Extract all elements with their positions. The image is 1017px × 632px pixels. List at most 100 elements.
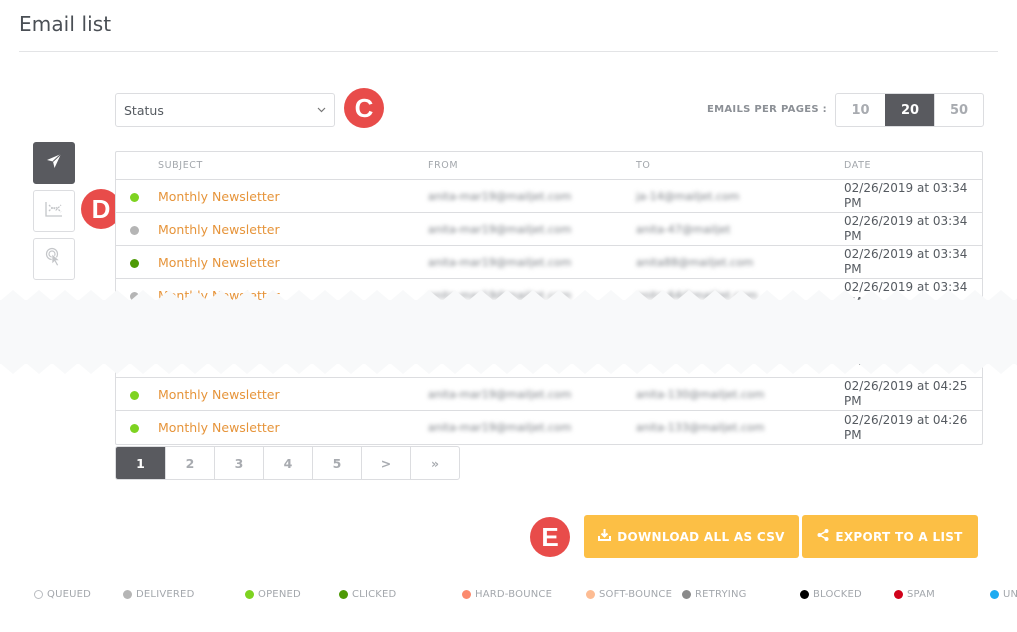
to-cell: ja-14@mailjet.com [636,190,844,203]
column-header-from[interactable]: FROM [428,160,636,171]
to-email: anita-130@mailjet.com [636,387,765,401]
view-sent-button[interactable] [33,142,75,184]
status-select-value: Status [124,102,164,118]
column-header-subject[interactable]: SUBJECT [158,160,428,171]
legend-label: BLOCKED [813,589,862,600]
legend-item-blocked: BLOCKED [800,589,894,600]
to-cell: anita88@mailjet.com [636,256,844,269]
subject-cell: Monthly Newsletter [158,255,428,270]
legend-dot-retrying [682,590,691,599]
paper-plane-icon [45,152,63,174]
legend-label: HARD-BOUNCE [475,589,553,600]
view-stats-button[interactable] [33,190,75,232]
status-cell [116,418,158,437]
subject-cell: Monthly Newsletter [158,222,428,237]
legend-dot-clicked [339,590,348,599]
date-cell: 02/26/2019 at 04:26 PM [844,413,982,443]
to-cell: anita-47@mailjet [636,223,844,236]
torn-edge-bottom [0,363,1017,374]
table-row[interactable]: Monthly Newsletteranita-mar19@mailjet.co… [116,213,982,246]
subject-link[interactable]: Monthly Newsletter [158,420,428,435]
date-line1: 02/26/2019 at 03:34 [844,214,968,228]
legend-item-spam: SPAM [894,589,990,600]
date-line1: 02/26/2019 at 03:34 [844,181,968,195]
legend-label: OPENED [258,589,301,600]
view-clicks-button[interactable] [33,238,75,280]
legend-item-hard-bounce: HARD-BOUNCE [462,589,586,600]
page-title: Email list [19,12,112,36]
emails-per-page-selector: 10 20 50 [835,93,984,127]
emails-per-page-label: EMAILS PER PAGES : [707,104,827,115]
next-page-button[interactable]: > [361,447,410,479]
per-page-option-50[interactable]: 50 [934,94,983,126]
from-email: anita-mar19@mailjet.com [428,387,572,401]
annotation-marker-e: E [530,517,570,557]
from-cell: anita-mar19@mailjet.com [428,421,636,434]
subject-cell: Monthly Newsletter [158,420,428,435]
legend-label: SOFT-BOUNCE [599,589,673,600]
status-filter-select[interactable]: Status [115,93,335,127]
column-header-date[interactable]: DATE [844,160,982,171]
title-divider [19,51,998,52]
legend-item-clicked: CLICKED [339,589,462,600]
table-row[interactable]: Monthly Newsletteranita-mar19@mailjet.co… [116,180,982,213]
table-row[interactable]: Monthly Newsletteranita-mar19@mailjet.co… [116,246,982,279]
legend-dot-unsub [990,590,999,599]
subject-link[interactable]: Monthly Newsletter [158,222,428,237]
date-cell: 02/26/2019 at 04:25 PM [844,379,982,409]
date-line1: 02/26/2019 at 03:34 [844,247,968,261]
page-3-button[interactable]: 3 [214,447,263,479]
column-header-to[interactable]: TO [636,160,844,171]
legend-item-unsub: UNSUB [990,589,1017,600]
status-cell [116,220,158,239]
table-row[interactable]: Monthly Newsletteranita-mar19@mailjet.co… [116,411,982,444]
annotation-marker-c: C [344,88,384,128]
date-line2: PM [844,262,862,276]
table-row[interactable]: Monthly Newsletteranita-mar19@mailjet.co… [116,378,982,411]
page-5-button[interactable]: 5 [312,447,361,479]
status-dot-opened [130,192,139,202]
subject-link[interactable]: Monthly Newsletter [158,255,428,270]
date-cell: 02/26/2019 at 03:34PM [844,214,982,244]
legend-dot-queued [34,590,43,599]
legend-item-queued: QUEUED [34,589,123,600]
status-cell [116,385,158,404]
chart-icon [44,200,64,222]
pagination: 1 2 3 4 5 > » [115,446,460,480]
subject-link[interactable]: Monthly Newsletter [158,387,428,402]
chevron-down-icon [316,105,326,115]
legend-dot-delivered [123,590,132,599]
date-line2: PM [844,196,862,210]
legend-item-delivered: DELIVERED [123,589,245,600]
export-to-list-label: EXPORT TO A LIST [835,529,963,544]
to-email: ja-14@mailjet.com [636,189,740,203]
from-email: anita-mar19@mailjet.com [428,222,572,236]
legend-label: SPAM [907,589,936,600]
to-cell: anita-133@mailjet.com [636,421,844,434]
legend-label: QUEUED [47,589,92,600]
from-cell: anita-mar19@mailjet.com [428,190,636,203]
page-1-button[interactable]: 1 [116,447,165,479]
status-dot-opened [130,390,139,400]
subject-cell: Monthly Newsletter [158,387,428,402]
download-csv-label: DOWNLOAD ALL AS CSV [617,529,785,544]
status-cell [116,253,158,272]
subject-cell: Monthly Newsletter [158,189,428,204]
page-2-button[interactable]: 2 [165,447,214,479]
legend-dot-hard-bounce [462,590,471,599]
share-icon [817,529,829,544]
legend-label: CLICKED [352,589,397,600]
download-icon [598,529,612,544]
download-csv-button[interactable]: DOWNLOAD ALL AS CSV [584,515,799,558]
per-page-option-20[interactable]: 20 [885,94,934,126]
legend-item-soft-bounce: SOFT-BOUNCE [586,589,682,600]
legend-dot-opened [245,590,254,599]
date-line1: 02/26/2019 at 04:25 [844,379,968,393]
per-page-option-10[interactable]: 10 [836,94,885,126]
last-page-button[interactable]: » [410,447,459,479]
legend-dot-soft-bounce [586,590,595,599]
export-to-list-button[interactable]: EXPORT TO A LIST [802,515,978,558]
subject-link[interactable]: Monthly Newsletter [158,189,428,204]
page-4-button[interactable]: 4 [263,447,312,479]
status-dot-clicked [130,258,139,268]
